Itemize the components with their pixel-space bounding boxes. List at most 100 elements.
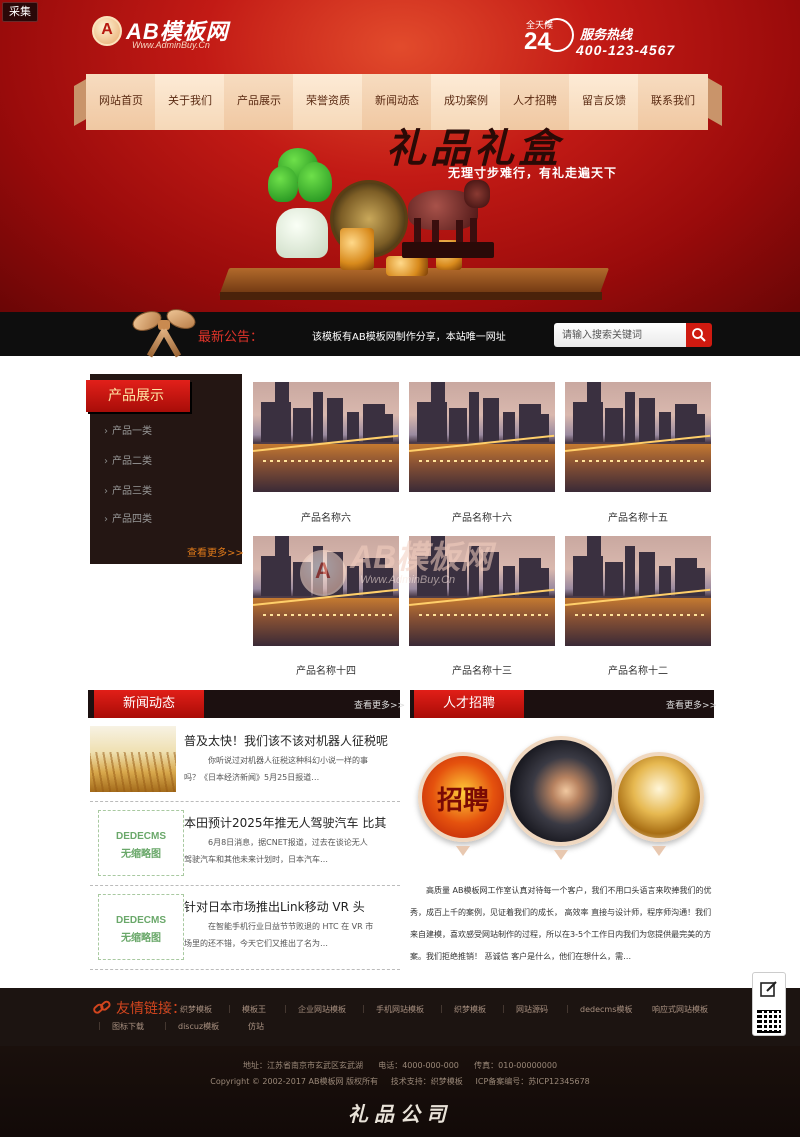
watermark-url: Www.AdminBuy.Cn xyxy=(360,574,456,586)
link-separator: | xyxy=(166,1004,169,1013)
link-separator: | xyxy=(228,1004,231,1013)
news-more-link[interactable]: 查看更多>> xyxy=(354,698,405,711)
chess-pieces-image xyxy=(614,752,704,842)
nav-item-honors[interactable]: 荣誉资质 xyxy=(293,74,363,130)
product-name[interactable]: 产品名称十五 xyxy=(565,509,711,524)
banner-shelf-front xyxy=(220,292,602,300)
nav-item-about[interactable]: 关于我们 xyxy=(155,74,225,130)
footer-brand: 礼品公司 xyxy=(348,1102,452,1126)
link-separator: | xyxy=(440,1004,443,1013)
friend-link[interactable]: dedecms模板 xyxy=(580,1004,632,1015)
logo-url: Www.AdminBuy.Cn xyxy=(132,40,210,50)
placeholder-top-text: DEDECMS xyxy=(115,915,166,926)
news-desc: 你听说过对机器人征税这种科幻小说一样的事吗？《日本经济新闻》5月25日报道… xyxy=(184,756,368,782)
sidebar-item-category-1[interactable]: 产品一类 xyxy=(104,422,224,437)
badge-pin xyxy=(554,850,568,860)
footer-phone: 电话：4000-000-000 xyxy=(378,1061,459,1070)
sidebar-title: 产品展示 xyxy=(86,380,190,412)
recruit-section-header: 人才招聘 查看更多>> xyxy=(410,690,717,718)
friend-link[interactable]: 手机网站模板 xyxy=(376,1004,424,1015)
footer-icp[interactable]: ICP备案编号：苏ICP12345678 xyxy=(476,1077,590,1086)
footer-copyright: Copyright © 2002-2017 AB模板网 版权所有 xyxy=(210,1077,379,1086)
edit-icon[interactable] xyxy=(759,979,779,1002)
logo-mark: A xyxy=(92,16,122,46)
product-image[interactable] xyxy=(565,536,711,646)
recruit-description: 高质量 AB模板网工作室认真对待每一个客户，我们不用口头语言来吹捧我们的优秀，成… xyxy=(410,886,712,961)
hotline-number: 400-123-4567 xyxy=(576,42,676,58)
link-separator: | xyxy=(284,1004,287,1013)
product-name[interactable]: 产品名称十二 xyxy=(565,662,711,677)
friend-link[interactable]: discuz模板 xyxy=(178,1021,219,1032)
news-desc: 在智能手机行业日益节节败退的 HTC 在 VR 市场里的还不错，今天它们又推出了… xyxy=(184,922,374,948)
product-name[interactable]: 产品名称十六 xyxy=(409,509,555,524)
friend-link[interactable]: 企业网站模板 xyxy=(298,1004,346,1015)
recruit-section-title: 人才招聘 xyxy=(414,690,524,718)
footer-copyright-line: Copyright © 2002-2017 AB模板网 版权所有 技术支持：织梦… xyxy=(0,1076,800,1087)
product-category-sidebar: 产品展示 产品一类 产品二类 产品三类 产品四类 查看更多>> xyxy=(86,374,244,564)
news-item-2[interactable]: DEDECMS 无缩略图 本田预计2025年推无人驾驶汽车 比其 6月8日消息，… xyxy=(90,802,400,886)
news-item-1[interactable]: 普及太快！我们该不该对机器人征税呢 你听说过对机器人征税这种科幻小说一样的事吗？… xyxy=(90,724,400,802)
product-image[interactable] xyxy=(253,382,399,492)
search-input[interactable] xyxy=(554,323,688,347)
no-thumbnail-placeholder[interactable]: DEDECMS 无缩略图 xyxy=(98,894,184,960)
sidebar-item-category-2[interactable]: 产品二类 xyxy=(104,452,224,467)
friend-link[interactable]: 图标下载 xyxy=(112,1021,144,1032)
friend-links-title: 友情链接： xyxy=(116,1001,186,1017)
no-thumbnail-placeholder[interactable]: DEDECMS 无缩略图 xyxy=(98,810,184,876)
search-icon xyxy=(692,328,706,342)
news-section-title: 新闻动态 xyxy=(94,690,204,718)
news-title[interactable]: 针对日本市场推出Link移动 VR 头 xyxy=(184,898,365,915)
watermark-mark-letter: A xyxy=(315,558,331,583)
recruit-more-link[interactable]: 查看更多>> xyxy=(666,698,717,711)
friend-link[interactable]: 织梦模板 xyxy=(454,1004,486,1015)
friend-link[interactable]: 织梦模板 xyxy=(180,1004,212,1015)
footer-address: 地址：江苏省南京市玄武区玄武湖 xyxy=(242,1061,363,1070)
link-separator: | xyxy=(566,1004,569,1013)
nav-item-home[interactable]: 网站首页 xyxy=(86,74,156,130)
search-button[interactable] xyxy=(686,323,712,347)
footer-contact-line: 地址：江苏省南京市玄武区玄武湖 电话：4000-000-000 传真：010-0… xyxy=(0,1060,800,1071)
footer-fax: 传真：010-00000000 xyxy=(474,1061,558,1070)
friend-link[interactable]: 模板王 xyxy=(242,1004,266,1015)
amber-cup-image xyxy=(340,228,374,270)
friend-link[interactable]: 网站源码 xyxy=(516,1004,548,1015)
ribbon-bow-icon xyxy=(128,300,199,358)
sidebar-item-category-4[interactable]: 产品四类 xyxy=(104,510,224,525)
handshake-image xyxy=(506,736,616,846)
link-separator: | xyxy=(164,1021,167,1030)
qr-code-icon[interactable] xyxy=(757,1009,781,1033)
product-name[interactable]: 产品名称十三 xyxy=(409,662,555,677)
nav-item-products[interactable]: 产品展示 xyxy=(224,74,294,130)
logo-mark-letter: A xyxy=(101,21,113,38)
friend-link[interactable]: 仿站 xyxy=(248,1021,264,1032)
placeholder-bottom-text: 无缩略图 xyxy=(121,933,161,944)
footer-support[interactable]: 技术支持：织梦模板 xyxy=(391,1077,463,1086)
product-name[interactable]: 产品名称六 xyxy=(253,509,399,524)
collect-button[interactable]: 采集 xyxy=(2,2,38,22)
sidebar-more-link[interactable]: 查看更多>> xyxy=(187,544,244,559)
watermark: A AB模板网 Www.AdminBuy.Cn xyxy=(300,532,520,602)
link-separator: | xyxy=(362,1004,365,1013)
news-title[interactable]: 本田预计2025年推无人驾驶汽车 比其 xyxy=(184,814,386,831)
placeholder-bottom-text: 无缩略图 xyxy=(121,849,161,860)
news-item-3[interactable]: DEDECMS 无缩略图 针对日本市场推出Link移动 VR 头 在智能手机行业… xyxy=(90,886,400,970)
watermark-mark: A xyxy=(300,550,346,596)
news-thumbnail[interactable] xyxy=(90,726,176,792)
friend-link[interactable]: 响应式网站模板 xyxy=(652,1004,708,1015)
recruit-badge-text: 招聘 xyxy=(436,786,489,816)
badge-pin xyxy=(456,846,470,856)
product-name[interactable]: 产品名称十四 xyxy=(253,662,399,677)
hotline-24: 24 xyxy=(524,28,551,55)
notice-text[interactable]: 该模板有AB模板网制作分享，本站唯一网址 xyxy=(312,328,506,343)
product-image[interactable] xyxy=(565,382,711,492)
product-image[interactable] xyxy=(409,382,555,492)
nav-item-contact[interactable]: 联系我们 xyxy=(638,74,708,130)
clock-24-icon: 全天候 24 xyxy=(524,18,574,60)
news-title[interactable]: 普及太快！我们该不该对机器人征税呢 xyxy=(184,732,388,749)
header: 采集 A AB模板网 Www.AdminBuy.Cn 全天候 24 服务热线 4… xyxy=(0,0,800,312)
site-logo[interactable]: A AB模板网 Www.AdminBuy.Cn xyxy=(92,14,232,50)
sidebar-item-category-3[interactable]: 产品三类 xyxy=(104,482,224,497)
watermark-text: AB模板网 xyxy=(350,539,493,575)
badge-pin xyxy=(652,846,666,856)
link-separator: | xyxy=(502,1004,505,1013)
